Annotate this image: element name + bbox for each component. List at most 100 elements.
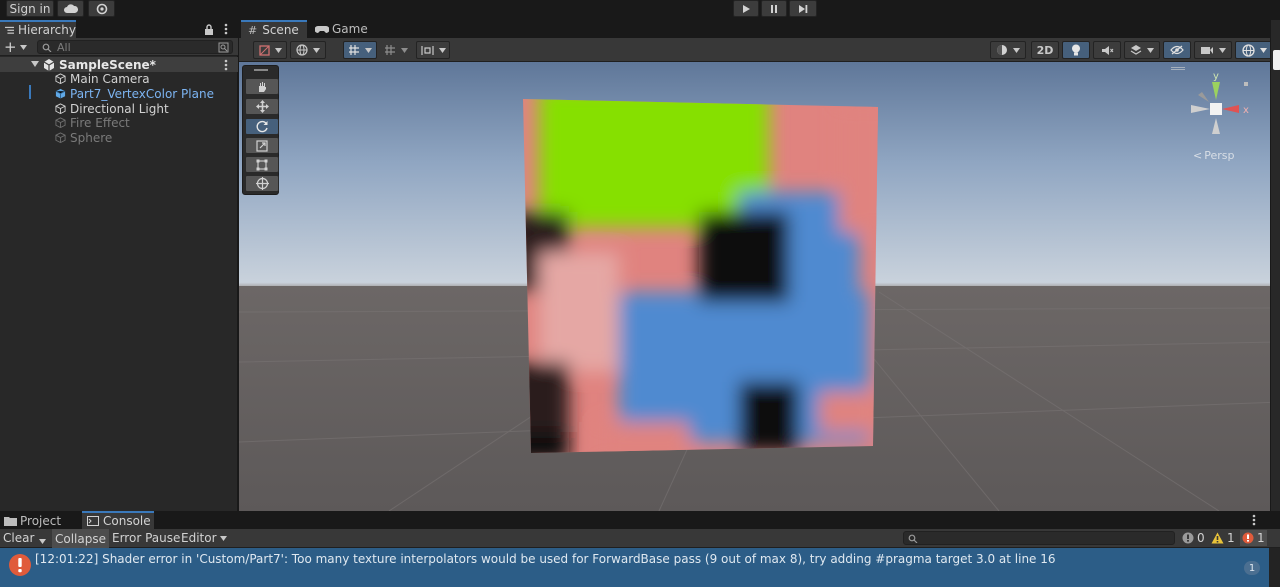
- shading-dropdown[interactable]: [990, 41, 1026, 59]
- hierarchy-item-directional-light[interactable]: Directional Light: [55, 101, 169, 116]
- palette-grip-icon[interactable]: [254, 69, 268, 71]
- error-message-icon: [9, 554, 31, 576]
- sign-in-button[interactable]: Sign in: [6, 0, 54, 17]
- kebab-menu-icon[interactable]: [224, 23, 228, 35]
- console-message-text: [12:01:22] Shader error in 'Custom/Part7…: [35, 552, 1056, 566]
- search-placeholder: All: [57, 40, 71, 54]
- console-kebab-icon[interactable]: [1252, 514, 1256, 526]
- tab-game[interactable]: Game: [315, 20, 375, 38]
- clear-button[interactable]: Clear: [3, 529, 34, 547]
- tab-project-label: Project: [20, 514, 62, 528]
- warning-count-toggle[interactable]: 1: [1211, 531, 1235, 545]
- step-button[interactable]: [789, 0, 817, 17]
- hierarchy-item-vertexcolor-plane[interactable]: Part7_VertexColor Plane: [55, 86, 214, 101]
- gizmo-center-cube[interactable]: [1210, 103, 1222, 115]
- scene-name: SampleScene*: [59, 57, 156, 72]
- toggle-2d-label: 2D: [1036, 43, 1054, 57]
- hierarchy-item-main-camera[interactable]: Main Camera: [55, 71, 150, 86]
- tab-console[interactable]: Console: [82, 511, 154, 529]
- tab-game-label: Game: [332, 22, 368, 36]
- chevron-down-icon: [365, 47, 372, 53]
- persp-label: Persp: [1204, 148, 1235, 162]
- orientation-gizmo[interactable]: y x: [1187, 70, 1253, 138]
- audio-muted-icon: [1101, 45, 1113, 55]
- chevron-down-icon: [313, 47, 320, 53]
- hierarchy-item-label: Main Camera: [70, 71, 150, 86]
- collapse-toggle[interactable]: Collapse: [52, 529, 109, 548]
- search-options-icon[interactable]: [218, 42, 229, 53]
- info-count-toggle[interactable]: 0: [1182, 531, 1205, 545]
- cloud-button[interactable]: [57, 0, 84, 17]
- camera-dropdown[interactable]: [1194, 41, 1232, 59]
- editor-dropdown[interactable]: Editor: [181, 529, 227, 547]
- gizmo-y-label: y: [1213, 71, 1219, 82]
- error-count-toggle[interactable]: 1: [1240, 530, 1267, 546]
- collab-button[interactable]: [88, 0, 115, 17]
- align-dropdown[interactable]: [416, 41, 450, 59]
- gizmo-globe-icon: [1241, 43, 1255, 57]
- scene-viewport[interactable]: y x < Persp: [239, 62, 1280, 511]
- expand-arrow-icon[interactable]: [31, 61, 39, 67]
- clear-options-chevron-icon[interactable]: [39, 533, 46, 547]
- unity-scene-icon: [43, 58, 55, 71]
- scene-visibility-button[interactable]: [1163, 41, 1191, 59]
- rect-tool-button[interactable]: [245, 156, 279, 173]
- draw-mode-dropdown[interactable]: [253, 41, 287, 59]
- increment-snap-button[interactable]: [380, 41, 412, 59]
- play-button[interactable]: [733, 0, 759, 17]
- toggle-2d-button[interactable]: 2D: [1031, 41, 1059, 59]
- audio-toggle-button[interactable]: [1093, 41, 1121, 59]
- gizmo-neg-x-cone[interactable]: [1191, 105, 1210, 113]
- add-object-button[interactable]: +: [4, 38, 27, 56]
- add-object-label: +: [4, 38, 17, 56]
- scene-tabstrip: # Scene Game: [239, 20, 1280, 38]
- error-pause-toggle[interactable]: Error Pause: [112, 529, 180, 547]
- inspector-edge-tab[interactable]: [1273, 50, 1280, 70]
- error-count: 1: [1257, 531, 1265, 545]
- console-message-row[interactable]: [12:01:22] Shader error in 'Custom/Part7…: [0, 548, 1269, 587]
- gizmo-y-cone[interactable]: [1212, 82, 1220, 100]
- gizmos-dropdown[interactable]: [1235, 41, 1273, 59]
- gizmo-neg-y-cone[interactable]: [1212, 118, 1220, 134]
- console-scrollbar[interactable]: [1269, 548, 1280, 587]
- selection-indicator: [29, 85, 31, 99]
- chevron-down-icon: [438, 47, 446, 53]
- gizmo-x-cone[interactable]: [1222, 105, 1239, 113]
- hierarchy-item-label: Directional Light: [70, 101, 169, 116]
- warning-count: 1: [1227, 531, 1235, 545]
- tab-hierarchy[interactable]: Hierarchy: [0, 20, 76, 38]
- view-tool-button[interactable]: [245, 78, 279, 95]
- scene-root-row[interactable]: SampleScene*: [0, 57, 238, 72]
- projection-toggle[interactable]: < Persp: [1193, 148, 1234, 162]
- cube-icon: [55, 117, 66, 128]
- scene-kebab-icon[interactable]: [224, 59, 228, 71]
- hierarchy-item-label: Fire Effect: [70, 115, 130, 130]
- pause-button[interactable]: [761, 0, 787, 17]
- global-view-dropdown[interactable]: [290, 41, 326, 59]
- move-tool-button[interactable]: [245, 98, 279, 115]
- tab-scene[interactable]: # Scene: [241, 20, 307, 38]
- gizmo-z-cone[interactable]: [1198, 92, 1209, 102]
- transform-tool-button[interactable]: [245, 175, 279, 192]
- hierarchy-item-sphere[interactable]: Sphere: [55, 130, 112, 145]
- rotate-icon: [256, 120, 268, 133]
- overlay-grip-icon[interactable]: [1171, 67, 1185, 70]
- console-search-input[interactable]: [903, 531, 1175, 545]
- chevron-down-icon: [1013, 47, 1020, 53]
- tab-project[interactable]: Project: [4, 512, 82, 530]
- search-icon: [42, 43, 52, 52]
- hierarchy-item-fire-effect[interactable]: Fire Effect: [55, 115, 130, 130]
- hierarchy-search-input[interactable]: All: [37, 40, 233, 54]
- tab-console-label: Console: [103, 514, 151, 528]
- warning-icon: [1211, 532, 1224, 544]
- chevron-down-icon: [1219, 47, 1226, 53]
- top-toolbar: Sign in: [0, 0, 1280, 20]
- chevron-down-icon: [401, 47, 408, 53]
- effects-dropdown[interactable]: [1124, 41, 1160, 59]
- scale-tool-button[interactable]: [245, 137, 279, 154]
- rotate-tool-button[interactable]: [245, 118, 279, 135]
- grid-snapping-button[interactable]: [343, 41, 377, 59]
- lighting-toggle-button[interactable]: [1062, 41, 1090, 59]
- gizmo-corner-mark: [1244, 82, 1248, 86]
- lock-icon[interactable]: [204, 24, 214, 35]
